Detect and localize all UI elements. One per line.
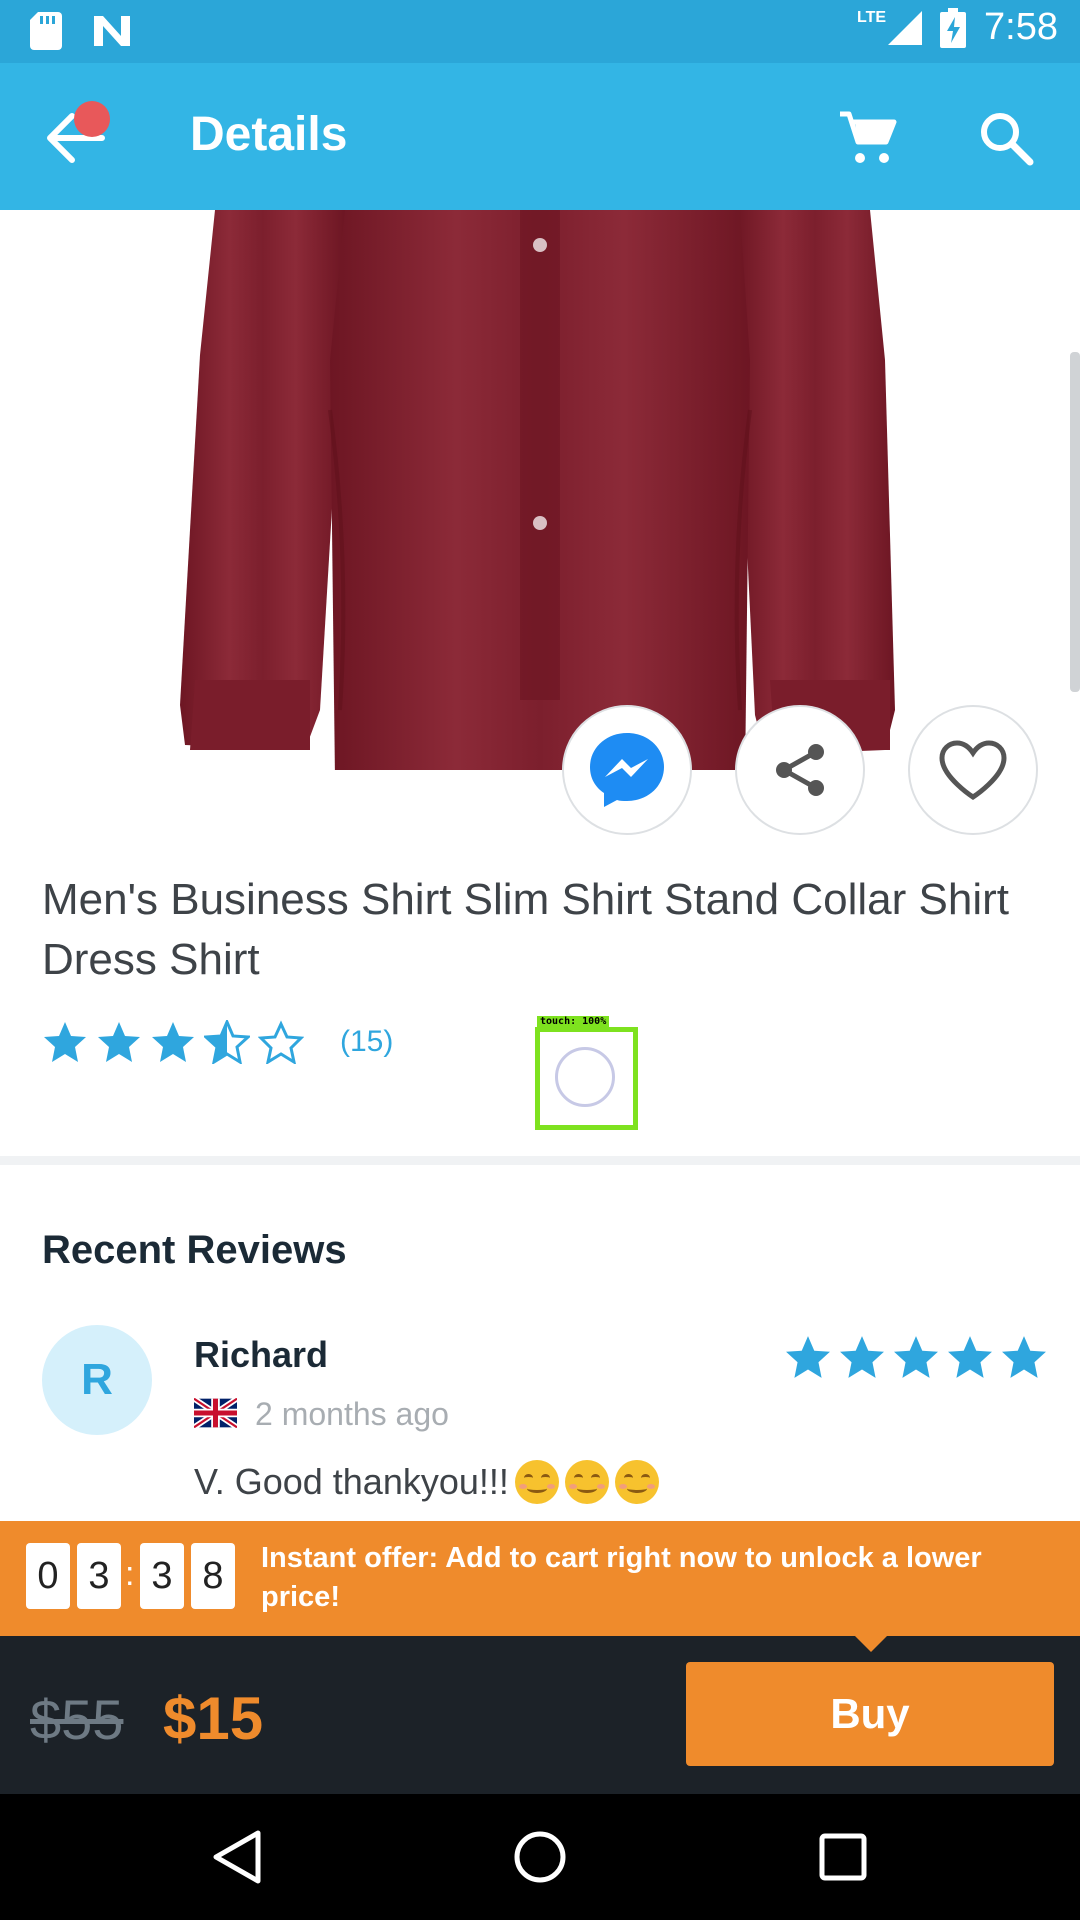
signal-icon <box>888 10 923 45</box>
review-count[interactable]: (15) <box>340 1025 393 1059</box>
original-price: $55 <box>30 1688 124 1751</box>
reviews-heading: Recent Reviews <box>42 1228 347 1272</box>
shirt-image <box>180 210 895 770</box>
smile-emoji-icon <box>564 1460 609 1504</box>
star-filled-icon <box>786 1336 830 1378</box>
battery-charging-icon <box>940 7 967 48</box>
timer-digit: 8 <box>191 1543 235 1609</box>
network-type: LTE <box>857 8 887 26</box>
clock: 7:58 <box>984 6 1058 48</box>
timer-separator: : <box>125 1555 135 1593</box>
system-nav-bar <box>0 1794 1080 1920</box>
page-title: Details <box>190 108 348 161</box>
smile-emoji-icon <box>614 1460 659 1504</box>
timer-digit: 3 <box>140 1543 184 1609</box>
heart-icon <box>939 740 1007 800</box>
recents-square-icon[interactable] <box>813 1827 873 1887</box>
section-divider <box>0 1156 1080 1165</box>
offer-text: Instant offer: Add to cart right now to … <box>261 1542 982 1613</box>
back-triangle-icon[interactable] <box>208 1827 268 1887</box>
touch-indicator-label: touch: 100% <box>537 1016 610 1027</box>
buy-button[interactable]: Buy <box>686 1662 1054 1766</box>
n-notification-icon <box>94 16 130 46</box>
star-filled-icon <box>44 1022 86 1062</box>
star-filled-icon <box>1002 1336 1046 1378</box>
instant-offer-banner[interactable]: 0 3 : 3 8 Instant offer: Add to cart rig… <box>0 1521 1080 1636</box>
review-body: V. Good thankyou!!! <box>194 1461 509 1502</box>
scrollbar[interactable] <box>1070 352 1080 692</box>
purchase-bar: $55 $15 Buy <box>0 1636 1080 1794</box>
review-stars <box>782 1334 1050 1380</box>
touch-indicator-circle <box>555 1047 615 1107</box>
review-text: V. Good thankyou!!! <box>194 1460 659 1504</box>
star-filled-icon <box>948 1336 992 1378</box>
star-half-icon <box>204 1020 250 1064</box>
notification-dot <box>74 101 110 137</box>
product-image[interactable] <box>0 210 1080 770</box>
smile-emoji-icon <box>514 1460 559 1504</box>
status-bar: LTE 7:58 <box>0 0 1080 63</box>
messenger-button[interactable] <box>562 705 692 835</box>
messenger-icon <box>590 733 664 807</box>
timer-digit: 3 <box>77 1543 121 1609</box>
star-filled-icon <box>840 1336 884 1378</box>
cart-icon[interactable] <box>838 108 898 168</box>
review-date: 2 months ago <box>255 1396 449 1432</box>
favorite-button[interactable] <box>908 705 1038 835</box>
avatar: R <box>42 1325 152 1435</box>
reviewer-name: Richard <box>194 1334 329 1375</box>
app-bar: Details <box>0 63 1080 210</box>
star-filled-icon <box>894 1336 938 1378</box>
search-icon[interactable] <box>976 108 1036 168</box>
sale-price: $15 <box>163 1685 264 1752</box>
product-rating[interactable]: (15) <box>42 1020 393 1064</box>
star-filled-icon <box>152 1022 194 1062</box>
star-empty-icon <box>258 1020 304 1064</box>
offer-pointer <box>855 1636 887 1652</box>
share-button[interactable] <box>735 705 865 835</box>
home-circle-icon[interactable] <box>510 1827 570 1887</box>
uk-flag-icon <box>194 1398 237 1428</box>
sd-card-icon <box>30 12 62 50</box>
timer-digit: 0 <box>26 1543 70 1609</box>
product-title: Men's Business Shirt Slim Shirt Stand Co… <box>42 875 1009 984</box>
star-filled-icon <box>98 1022 140 1062</box>
share-icon <box>776 744 824 796</box>
